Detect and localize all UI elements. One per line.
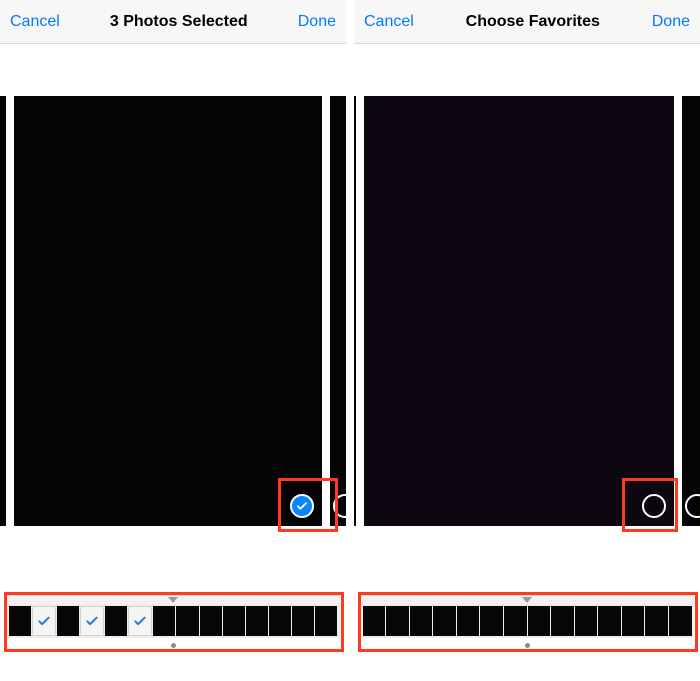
done-button[interactable]: Done (652, 13, 690, 31)
photo-carousel[interactable] (354, 96, 700, 526)
photo-current[interactable] (14, 96, 322, 526)
photo-next-peek[interactable] (330, 96, 346, 526)
done-button[interactable]: Done (298, 13, 336, 31)
nav-title: 3 Photos Selected (110, 13, 248, 31)
photo-prev-peek[interactable] (0, 96, 6, 526)
nav-title: Choose Favorites (466, 13, 600, 31)
annotation-highlight (4, 592, 344, 652)
screen-photos-selected: Cancel 3 Photos Selected Done (0, 0, 346, 681)
annotation-highlight (358, 592, 698, 652)
photo-prev-peek[interactable] (354, 96, 356, 526)
cancel-button[interactable]: Cancel (364, 13, 414, 31)
photo-current[interactable] (364, 96, 674, 526)
annotation-highlight (622, 478, 678, 532)
navbar: Cancel Choose Favorites Done (354, 0, 700, 44)
cancel-button[interactable]: Cancel (10, 13, 60, 31)
navbar: Cancel 3 Photos Selected Done (0, 0, 346, 44)
screen-choose-favorites: Cancel Choose Favorites Done (354, 0, 700, 681)
annotation-highlight (278, 478, 338, 532)
selection-badge-next[interactable] (685, 494, 700, 518)
photo-next-peek[interactable] (682, 96, 700, 526)
photo-carousel[interactable] (0, 96, 346, 526)
